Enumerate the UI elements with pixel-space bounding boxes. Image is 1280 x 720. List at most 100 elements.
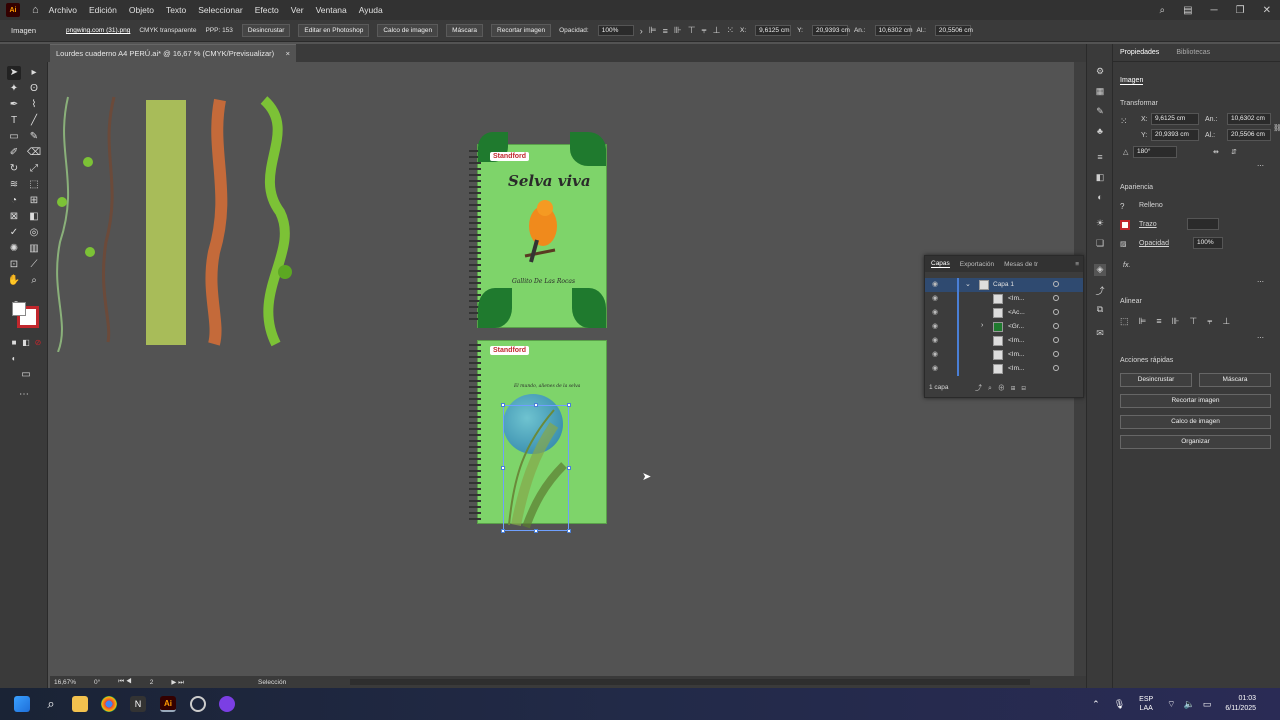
chevron-down-icon[interactable]: ⌄ (965, 280, 971, 288)
quick-crop-button[interactable]: Recortar imagen (1120, 394, 1271, 408)
resize-handle[interactable] (567, 403, 571, 407)
artboard-number-field[interactable]: 2 (150, 679, 154, 686)
opacity-field[interactable]: 100% (597, 25, 634, 36)
illustrator-taskbar-icon[interactable]: Ai (160, 696, 176, 712)
graphic-styles-icon[interactable]: ❏ (1094, 238, 1106, 250)
sublayer-row[interactable]: ◉ <Im... (925, 334, 1083, 348)
pen-tool-icon[interactable]: ✒ (7, 98, 21, 112)
flip-vertical-icon[interactable]: ⇵ (1231, 148, 1237, 156)
sublayer-name[interactable]: <Im... (1008, 365, 1024, 372)
prop-x-field[interactable]: 9,6125 cm (1151, 113, 1199, 125)
artboard-nav-next-icon[interactable]: ▶ ⏭ (171, 678, 184, 687)
visibility-eye-icon[interactable]: ◉ (932, 336, 938, 344)
sublayer-name[interactable]: <Gr... (1008, 323, 1024, 330)
flip-horizontal-icon[interactable]: ⇹ (1213, 148, 1219, 156)
width-field[interactable]: 10,6302 cm (874, 25, 912, 36)
prop-w-field[interactable]: 10,6302 cm (1227, 113, 1271, 125)
wifi-icon[interactable]: ⌔ (1167, 699, 1175, 710)
more-options-icon[interactable]: ⋯ (1257, 162, 1264, 170)
zoom-tool-icon[interactable]: ⌕ (27, 274, 41, 288)
properties-icon[interactable]: ⚙ (1094, 66, 1106, 78)
resize-handle[interactable] (534, 529, 538, 533)
symbols-icon[interactable]: ♣ (1094, 126, 1106, 138)
resize-handle[interactable] (501, 403, 505, 407)
lasso-icon[interactable]: ʘ (27, 82, 41, 96)
reference-point-icon[interactable]: ⁙ (1120, 116, 1128, 127)
align-center-icon[interactable]: ≡ (663, 26, 668, 36)
constrain-link-icon[interactable]: ⛓ (1273, 124, 1280, 132)
layers-icon[interactable]: ◈ (1094, 264, 1106, 276)
target-circle-icon[interactable] (1053, 365, 1059, 371)
align-middle-icon[interactable]: ⫧ (702, 25, 707, 36)
target-circle-icon[interactable] (1053, 295, 1059, 301)
maximize-icon[interactable]: ❐ (1236, 5, 1245, 16)
type-tool-icon[interactable]: T (7, 114, 21, 128)
align-top-icon[interactable]: ⊤ (688, 25, 696, 36)
artboard-canvas[interactable]: Standford Selva viva Gallito De Las Roca… (50, 62, 1074, 676)
target-circle-icon[interactable] (1053, 281, 1059, 287)
desincrustar-button[interactable]: Desincrustar (241, 24, 291, 37)
image-trace-button[interactable]: Calco de imagen (377, 24, 439, 37)
fill-question-icon[interactable]: ? (1120, 202, 1124, 211)
shaper-tool-icon[interactable]: ✐ (7, 146, 21, 160)
export-icon[interactable]: ⤴ (1094, 284, 1106, 296)
menu-ventana[interactable]: Ventana (316, 5, 347, 15)
sublayer-row[interactable]: ◉ › <Gr... (925, 320, 1083, 334)
artboards-icon[interactable]: ⧉ (1094, 304, 1106, 316)
fx-button[interactable]: fx. (1123, 262, 1130, 269)
artboard-nav-icon[interactable]: ⏮ ◀ (118, 678, 131, 686)
mesh-tool-icon[interactable]: ⊠ (7, 210, 21, 224)
warp-tool-icon[interactable]: ≋ (7, 178, 21, 192)
layer-name[interactable]: Capa 1 (993, 281, 1014, 288)
selection-bounding-box[interactable] (503, 405, 569, 531)
clock[interactable]: 01:03 6/11/2025 (1225, 694, 1256, 714)
menu-texto[interactable]: Texto (166, 5, 186, 15)
align-right-icon[interactable]: ⊪ (674, 25, 682, 36)
sublayer-name[interactable]: <Ac... (1008, 309, 1025, 316)
menu-ayuda[interactable]: Ayuda (359, 5, 383, 15)
resize-handle[interactable] (567, 466, 571, 470)
symbol-sprayer-icon[interactable]: ✺ (7, 242, 21, 256)
menu-archivo[interactable]: Archivo (49, 5, 77, 15)
quick-arrange-button[interactable]: Organizar (1120, 435, 1271, 449)
visibility-eye-icon[interactable]: ◉ (932, 322, 938, 330)
menu-edicion[interactable]: Edición (89, 5, 117, 15)
document-tab[interactable]: Lourdes cuaderno A4 PERÚ.ai* @ 16,67 % (… (50, 44, 296, 62)
sublayer-row[interactable]: ◉ <Im... (925, 292, 1083, 306)
notion-icon[interactable]: N (130, 696, 146, 712)
home-icon[interactable]: ⌂ (32, 4, 39, 16)
chevron-right-icon[interactable]: › (981, 322, 983, 329)
gradient-panel-icon[interactable]: ◧ (1094, 172, 1106, 184)
more-tools-icon[interactable]: ⋯ (17, 388, 31, 402)
vines-artwork[interactable] (50, 92, 300, 352)
mask-button[interactable]: Máscara (446, 24, 484, 37)
search-icon[interactable]: ⌕ (1159, 5, 1165, 16)
curvature-tool-icon[interactable]: ⌇ (27, 98, 41, 112)
volume-icon[interactable]: 🔈 (1184, 699, 1195, 710)
fill-swatch[interactable] (12, 302, 26, 316)
microphone-icon[interactable]: 🎙 (1114, 699, 1125, 710)
chrome-icon[interactable] (101, 696, 117, 712)
zoom-field[interactable]: 16,67% (54, 679, 76, 686)
language-indicator[interactable]: ESP LAA (1139, 695, 1153, 713)
visibility-eye-icon[interactable]: ◉ (932, 308, 938, 316)
close-tab-icon[interactable]: × (286, 49, 290, 58)
paintbrush-icon[interactable]: ✎ (27, 130, 41, 144)
minimize-icon[interactable]: ─ (1211, 5, 1218, 16)
appearance-icon[interactable]: ☀ (1094, 218, 1106, 230)
visibility-eye-icon[interactable]: ◉ (932, 364, 938, 372)
layers-footer-icons[interactable]: ⤴⌕⊕⊞⊟ (975, 383, 1032, 393)
menu-efecto[interactable]: Efecto (255, 5, 279, 15)
shape-builder-icon[interactable]: ◔ (7, 194, 21, 208)
menu-objeto[interactable]: Objeto (129, 5, 154, 15)
rotation-view-field[interactable]: 0° (94, 679, 100, 686)
quick-mask-button[interactable]: Máscara (1199, 373, 1271, 387)
prop-y-field[interactable]: 20,9393 cm (1151, 129, 1199, 141)
quick-trace-button[interactable]: Calco de imagen (1120, 415, 1271, 429)
scale-tool-icon[interactable]: ⤢ (27, 162, 41, 176)
tray-chevron-icon[interactable]: ⌃ (1092, 699, 1100, 710)
battery-icon[interactable]: ▭ (1203, 699, 1212, 710)
horizontal-scrollbar[interactable] (350, 679, 1031, 685)
tab-capas[interactable]: Capas (931, 260, 950, 268)
windows-start-icon[interactable] (14, 696, 30, 712)
